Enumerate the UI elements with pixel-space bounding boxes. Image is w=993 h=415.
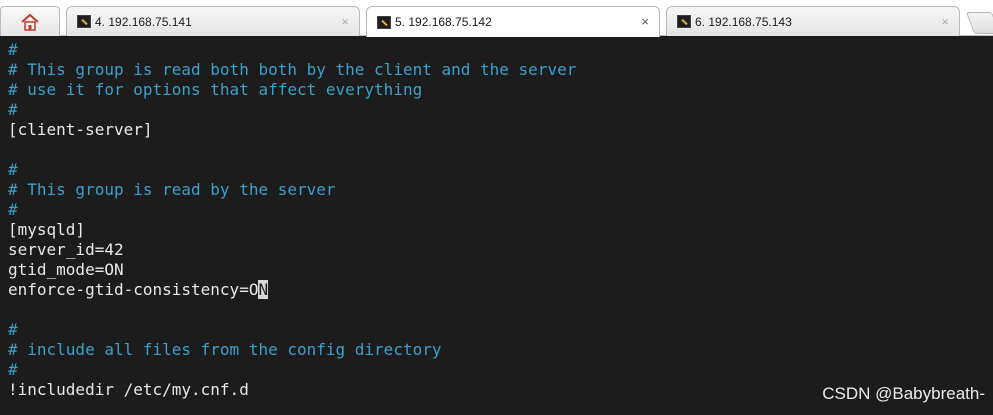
- terminal-line: !includedir /etc/my.cnf.d: [8, 380, 249, 399]
- terminal-line: #: [8, 360, 18, 379]
- close-icon[interactable]: ×: [641, 14, 649, 29]
- home-icon: [21, 13, 39, 31]
- terminal-line-cursor: enforce-gtid-consistency=ON: [8, 280, 269, 300]
- terminal-line: # This group is read both both by the cl…: [8, 60, 577, 79]
- line-text: enforce-gtid-consistency=O: [8, 280, 259, 299]
- terminal-icon: [77, 15, 91, 28]
- watermark: CSDN @Babybreath-: [822, 384, 985, 403]
- terminal-line: #: [8, 160, 18, 179]
- tab-bar: 4. 192.168.75.141 × 5. 192.168.75.142 × …: [0, 0, 993, 37]
- terminal-line: server_id=42: [8, 240, 124, 259]
- terminal-output[interactable]: # # This group is read both both by the …: [0, 36, 993, 415]
- new-tab-button[interactable]: [965, 12, 993, 34]
- terminal-icon: [377, 15, 391, 29]
- tab-session-141[interactable]: 4. 192.168.75.141 ×: [66, 6, 360, 36]
- close-icon[interactable]: ×: [341, 14, 349, 29]
- close-icon[interactable]: ×: [941, 14, 949, 29]
- text-cursor: N: [258, 280, 269, 299]
- tab-label: 4. 192.168.75.141: [95, 14, 192, 29]
- terminal-line: [mysqld]: [8, 220, 86, 239]
- terminal-line: #: [8, 40, 18, 59]
- terminal-line: #: [8, 320, 18, 339]
- terminal-line: # This group is read by the server: [8, 180, 336, 199]
- terminal-icon: [677, 15, 691, 28]
- tab-label: 5. 192.168.75.142: [395, 15, 492, 29]
- terminal-line: #: [8, 200, 18, 219]
- terminal-line: #: [8, 100, 18, 119]
- home-tab[interactable]: [0, 6, 60, 36]
- terminal-line: # use it for options that affect everyth…: [8, 80, 423, 99]
- tab-session-143[interactable]: 6. 192.168.75.143 ×: [666, 6, 960, 36]
- tab-label: 6. 192.168.75.143: [695, 14, 792, 29]
- terminal-line: gtid_mode=ON: [8, 260, 124, 279]
- terminal-line: # include all files from the config dire…: [8, 340, 442, 359]
- tab-session-142[interactable]: 5. 192.168.75.142 ×: [366, 6, 660, 37]
- terminal-line: [client-server]: [8, 120, 153, 139]
